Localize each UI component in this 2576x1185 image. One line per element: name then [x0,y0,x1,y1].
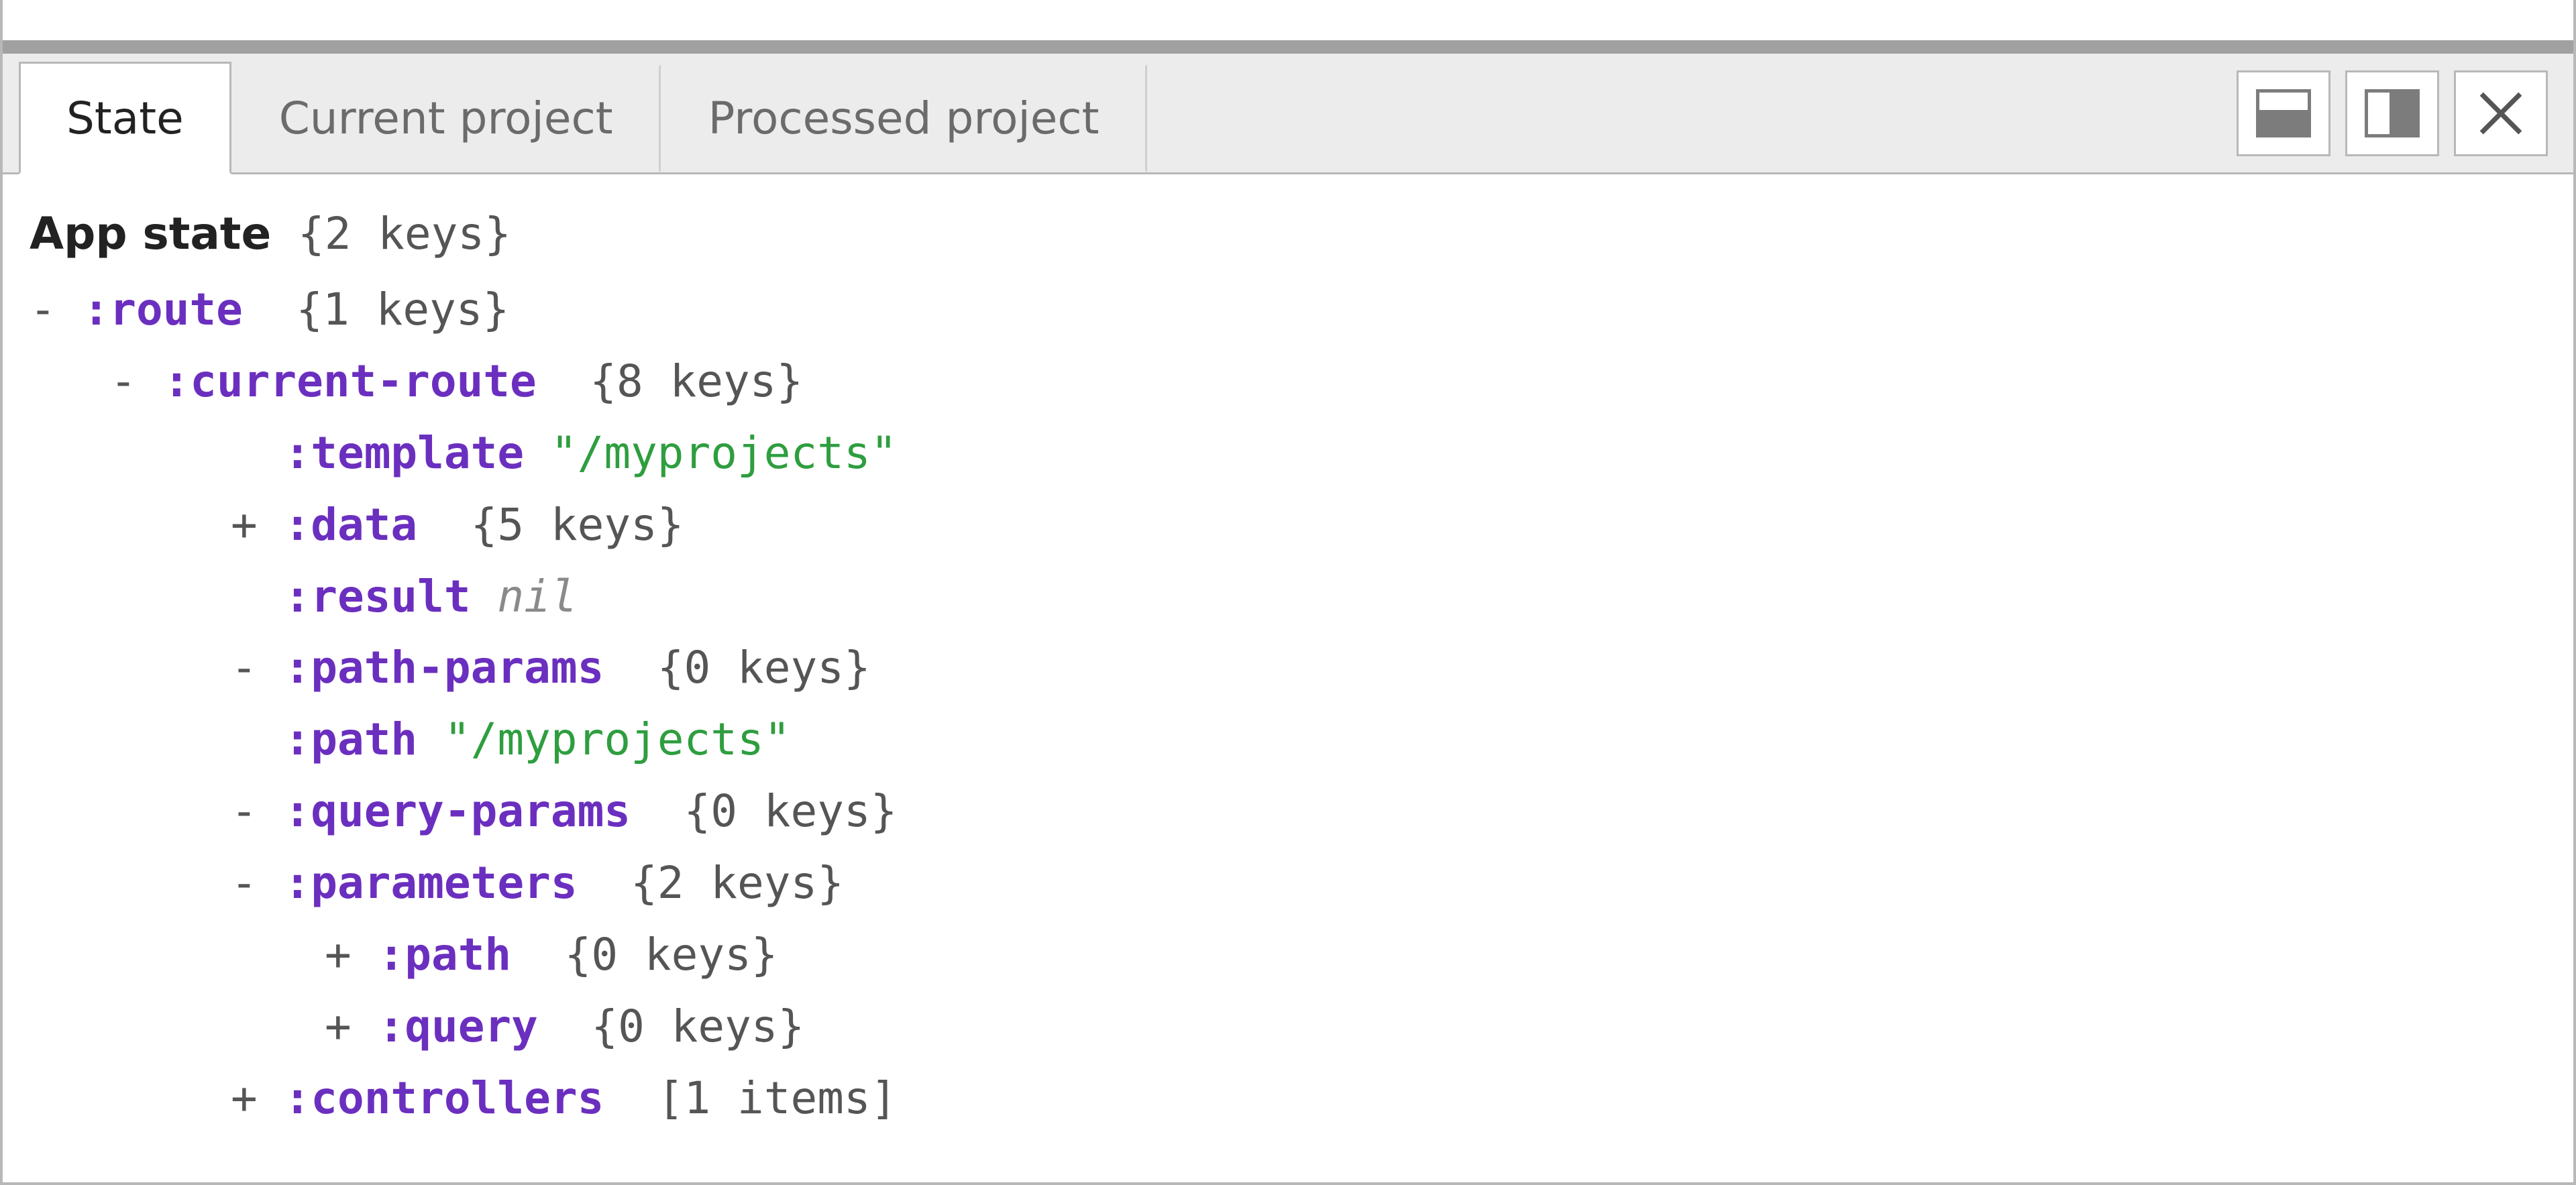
tree-key: :query-params [284,785,631,837]
tree-key: :path [378,929,511,980]
tree-row-current-route[interactable]: - :current-route {8 keys} [30,346,2546,418]
tabbar: State Current project Processed project [3,54,2573,174]
tree-summary: {5 keys} [471,499,684,551]
panel-root: State Current project Processed project [0,0,2576,1185]
root-label: App state [30,208,271,260]
tree-row-route[interactable]: - :route {1 keys} [30,274,2546,346]
tree-value: nil [497,571,577,622]
dock-right-button[interactable] [2345,70,2439,156]
panel-controls [2237,54,2573,172]
tab-label: Processed project [708,93,1099,144]
tree-key: :data [284,499,417,551]
tree-row-param-query[interactable]: + :query {0 keys} [30,991,2546,1063]
tree-key: :controllers [284,1072,604,1124]
tree-key: :result [284,571,470,622]
tree-row-path-params[interactable]: - :path-params {0 keys} [30,632,2546,704]
toggle-icon[interactable]: + [325,991,352,1063]
tree-summary: {0 keys} [591,1001,804,1052]
tree-key: :route [83,284,242,335]
close-button[interactable] [2454,70,2548,156]
top-gap [3,0,2573,40]
dock-bottom-icon [2256,89,2311,137]
tree-key: :path-params [284,642,604,693]
tab-processed-project[interactable]: Processed project [661,64,1147,172]
toggle-icon[interactable]: - [231,848,258,919]
toggle-icon[interactable]: + [231,490,258,561]
close-icon [2474,87,2528,140]
toggle-icon[interactable]: - [231,632,258,704]
tree-key: :template [284,427,524,479]
root-summary: {2 keys} [298,208,511,260]
tree-row-controllers[interactable]: + :controllers [1 items] [30,1063,2546,1135]
toggle-icon[interactable]: - [231,776,258,848]
dock-bottom-button[interactable] [2237,70,2330,156]
tree-summary: {8 keys} [590,355,803,407]
tree-summary: {0 keys} [657,642,871,693]
tree-value: "/myprojects" [444,714,791,765]
tree-view: App state {2 keys} - :route {1 keys} - :… [3,174,2573,1182]
tab-current-project[interactable]: Current project [231,64,661,172]
tree-summary: {2 keys} [631,857,844,909]
tab-state[interactable]: State [19,62,231,174]
tree-key: :query [378,1001,537,1052]
tree-row-path[interactable]: :path "/myprojects" [30,704,2546,776]
tree-root-title: App state {2 keys} [30,199,2546,270]
tree-row-parameters[interactable]: - :parameters {2 keys} [30,848,2546,919]
tree-row-data[interactable]: + :data {5 keys} [30,490,2546,561]
tab-label: State [66,93,184,144]
tree-summary: {1 keys} [296,284,509,335]
tabbar-spacer [1147,54,2237,172]
top-divider [3,40,2573,54]
tree-summary: {0 keys} [684,785,898,837]
tree-summary: [1 items] [657,1072,898,1124]
tree-row-param-path[interactable]: + :path {0 keys} [30,919,2546,991]
tab-label: Current project [279,93,613,144]
tree-row-result[interactable]: :result nil [30,561,2546,633]
toggle-icon[interactable]: + [231,1063,258,1135]
toggle-icon[interactable]: + [325,919,352,991]
tree-key: :current-route [163,355,536,407]
toggle-icon[interactable]: - [110,346,137,418]
tree-row-query-params[interactable]: - :query-params {0 keys} [30,776,2546,848]
tree-summary: {0 keys} [565,929,778,980]
tree-value: "/myprojects" [551,427,898,479]
tree-key: :parameters [284,857,577,909]
toggle-icon[interactable]: - [30,274,56,346]
dock-right-icon [2365,89,2420,137]
tree-row-template[interactable]: :template "/myprojects" [30,418,2546,490]
tree-key: :path [284,714,417,765]
